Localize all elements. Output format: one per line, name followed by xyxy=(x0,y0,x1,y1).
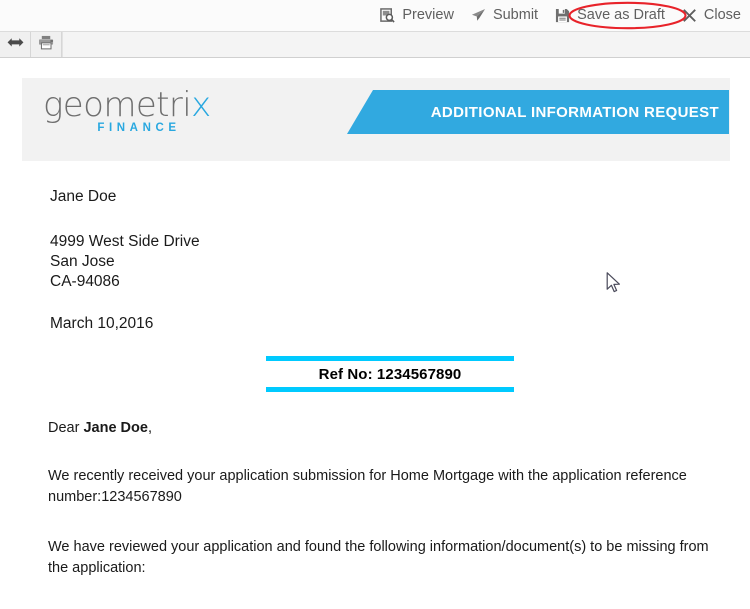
logo-wordmark-main: geometri xyxy=(43,85,192,125)
refno-bottom-rule xyxy=(266,387,514,392)
reference-number-text: Ref No: 1234567890 xyxy=(318,366,462,383)
recipient-name: Jane Doe xyxy=(50,188,117,205)
body-paragraph-1: We recently received your application su… xyxy=(48,468,687,505)
submit-button-label: Submit xyxy=(492,7,539,24)
close-button-label: Close xyxy=(703,7,741,24)
letter-content: Dear Jane Doe, We recently received your… xyxy=(48,420,732,609)
letter-date: March 10,2016 xyxy=(50,315,154,333)
recipient-address: 4999 West Side Drive San Jose CA-94086 xyxy=(50,232,730,291)
logo-wordmark-accent: x xyxy=(191,85,211,125)
secondary-icon-toolbar xyxy=(0,31,750,58)
save-as-draft-label: Save as Draft xyxy=(577,7,665,24)
save-as-draft-button[interactable]: Save as Draft xyxy=(547,4,674,27)
address-line-2: San Jose xyxy=(50,252,115,270)
navigate-back-forward-button[interactable] xyxy=(0,32,31,57)
preview-button-label: Preview xyxy=(402,7,454,24)
letter-address-block: Jane Doe 4999 West Side Drive San Jose C… xyxy=(50,188,730,333)
address-line-3: CA-94086 xyxy=(50,272,120,290)
submit-button[interactable]: Submit xyxy=(463,4,547,27)
action-toolbar: Preview Submit Save as Draft Close xyxy=(0,0,750,31)
logo-wordmark: geometrix xyxy=(43,85,263,125)
double-arrow-icon xyxy=(7,36,24,54)
salutation: Dear Jane Doe, xyxy=(48,420,732,436)
letterhead-band: geometrix FINANCE ADDITIONAL INFORMATION… xyxy=(22,78,730,161)
reference-number-block: Ref No: 1234567890 xyxy=(266,356,514,392)
document-preview-canvas: geometrix FINANCE ADDITIONAL INFORMATION… xyxy=(0,58,750,609)
close-x-icon xyxy=(682,8,697,23)
print-document-button[interactable] xyxy=(31,32,62,57)
toolbar-empty-area xyxy=(62,32,750,57)
body-paragraph-2: We have reviewed your application and fo… xyxy=(48,539,709,576)
salutation-prefix: Dear xyxy=(48,420,84,436)
salutation-suffix: , xyxy=(147,420,152,436)
floppy-disk-icon xyxy=(555,8,570,23)
salutation-name: Jane Doe xyxy=(83,420,148,436)
preview-button[interactable]: Preview xyxy=(372,4,463,27)
paper-plane-icon xyxy=(471,8,486,23)
close-button[interactable]: Close xyxy=(674,4,750,27)
application-window: Preview Submit Save as Draft Close geome… xyxy=(0,0,750,609)
company-logo: geometrix FINANCE xyxy=(43,85,263,134)
document-type-banner-label: ADDITIONAL INFORMATION REQUEST xyxy=(430,103,719,121)
document-type-banner: ADDITIONAL INFORMATION REQUEST xyxy=(347,90,729,134)
preview-magnifier-icon xyxy=(380,8,396,23)
printer-icon xyxy=(38,35,55,55)
address-line-1: 4999 West Side Drive xyxy=(50,233,200,250)
